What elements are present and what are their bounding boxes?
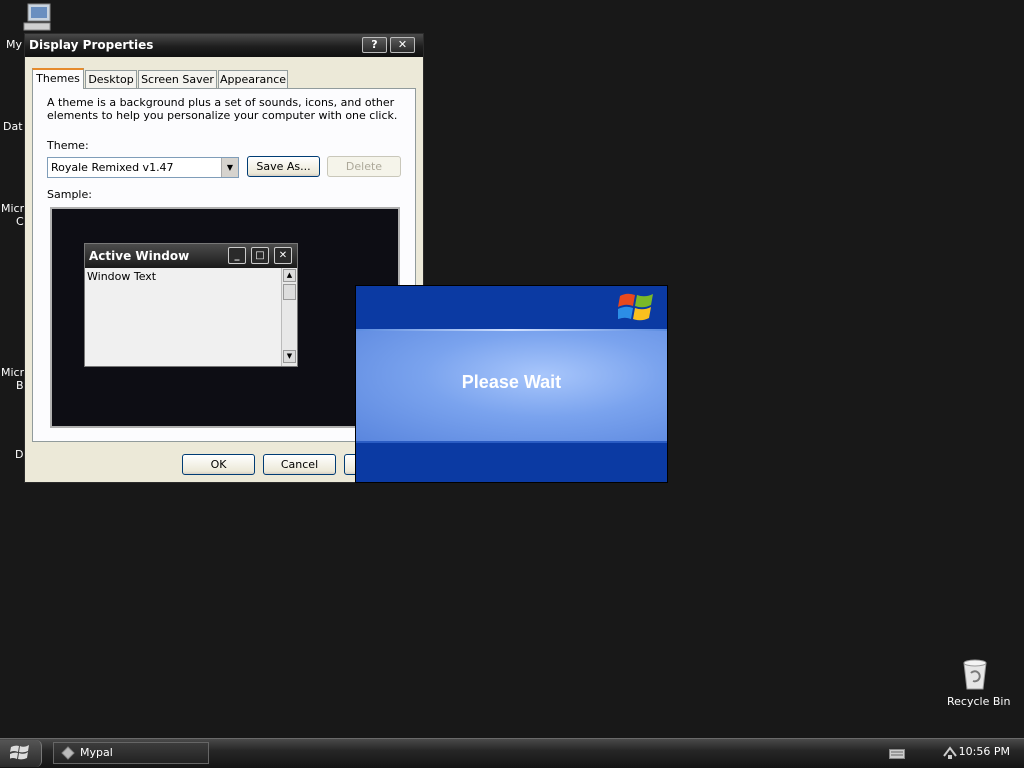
tab-themes[interactable]: Themes — [32, 68, 84, 89]
window-title: Display Properties — [29, 38, 154, 52]
tray-clock: 10:56 PM — [958, 745, 1010, 758]
taskbar-item-mypal[interactable]: Mypal — [53, 742, 209, 764]
taskbar: Mypal 10:56 PM — [0, 738, 1024, 768]
close-button[interactable]: ✕ — [390, 37, 415, 53]
start-button[interactable] — [0, 740, 42, 767]
windows-logo-icon — [618, 293, 653, 321]
cancel-button[interactable]: Cancel — [263, 454, 336, 475]
save-as-button[interactable]: Save As... — [247, 156, 320, 177]
minimize-icon: _ — [228, 247, 246, 264]
desktop-icon-label: Micr — [1, 202, 25, 215]
close-icon: ✕ — [274, 247, 292, 264]
tab-appearance[interactable]: Appearance — [218, 70, 288, 88]
theme-description: A theme is a background plus a set of so… — [47, 96, 398, 122]
desktop-icon-label: Micr — [1, 366, 25, 379]
desktop-icon-label: My — [6, 38, 23, 51]
desktop-icon-micr-2[interactable]: Micr B — [0, 366, 24, 394]
ok-button[interactable]: OK — [182, 454, 255, 475]
window-titlebar[interactable]: Display Properties ? ✕ — [25, 34, 423, 57]
computer-icon — [23, 3, 51, 31]
wait-bottom-band — [356, 443, 667, 482]
keyboard-icon[interactable] — [889, 748, 905, 760]
desktop-icon-d[interactable]: D — [0, 448, 24, 462]
theme-sample-preview: Active Window _ □ ✕ Window Text ▲ ▼ — [50, 207, 400, 428]
please-wait-message: Please Wait — [461, 372, 562, 392]
theme-label: Theme: — [47, 139, 89, 152]
desktop-icon-label: C — [16, 215, 24, 228]
scroll-up-icon: ▲ — [283, 269, 296, 282]
please-wait-dialog: Please Wait — [355, 285, 668, 483]
maximize-icon: □ — [251, 247, 269, 264]
desktop-icon-label: Recycle Bin — [947, 695, 1011, 708]
scroll-down-icon: ▼ — [283, 350, 296, 363]
recycle-bin-icon — [963, 659, 987, 690]
sample-label: Sample: — [47, 188, 92, 201]
taskbar-item-label: Mypal — [80, 746, 113, 759]
desktop-icon-recycle-bin[interactable]: Recycle Bin — [940, 655, 1010, 710]
desktop-icon-label: Dat — [3, 120, 23, 133]
scroll-thumb — [283, 284, 296, 300]
windows-logo-icon — [10, 745, 29, 760]
network-icon[interactable] — [942, 746, 958, 760]
desktop-icon-label: B — [16, 379, 24, 392]
desktop-icon-micr-1[interactable]: Micr C — [0, 202, 24, 230]
chevron-down-icon[interactable]: ▼ — [221, 158, 238, 177]
help-button[interactable]: ? — [362, 37, 387, 53]
sample-scrollbar: ▲ ▼ — [281, 268, 297, 366]
delete-button[interactable]: Delete — [327, 156, 401, 177]
desktop-icon-data[interactable]: Dat — [0, 120, 24, 134]
mypal-icon — [61, 746, 75, 760]
sample-window-titlebar: Active Window _ □ ✕ — [85, 244, 297, 268]
tab-desktop[interactable]: Desktop — [85, 70, 137, 88]
sample-window-title: Active Window — [89, 249, 190, 263]
theme-select-value: Royale Remixed v1.47 — [51, 161, 174, 174]
theme-select[interactable]: Royale Remixed v1.47 ▼ — [47, 157, 239, 178]
sample-window-body: Window Text — [85, 268, 281, 366]
sample-active-window: Active Window _ □ ✕ Window Text ▲ ▼ — [84, 243, 298, 367]
tab-screen-saver[interactable]: Screen Saver — [138, 70, 217, 88]
desktop-icon-label: D — [15, 448, 24, 461]
